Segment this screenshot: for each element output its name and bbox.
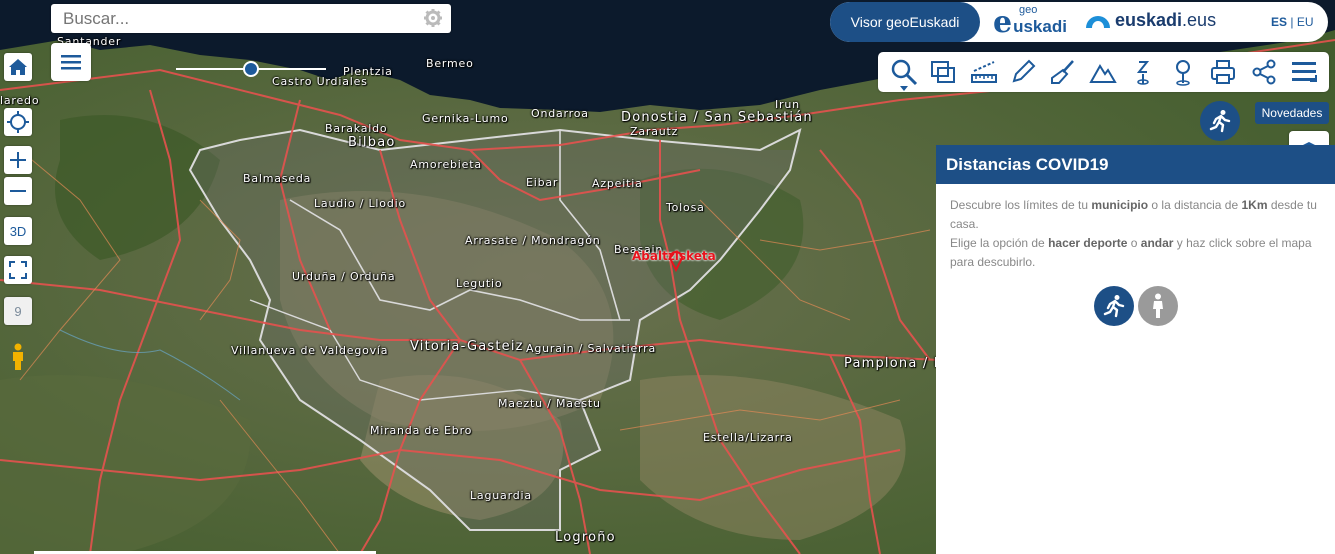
label-laudio: Laudio / Llodio bbox=[314, 197, 406, 210]
three-d-button[interactable]: 3D bbox=[4, 217, 32, 245]
panel-paragraph-2: Elige la opción de hacer deporte o andar… bbox=[950, 234, 1321, 272]
novedades-button[interactable]: Novedades bbox=[1255, 102, 1329, 124]
label-urduna: Urduña / Orduña bbox=[292, 270, 396, 283]
label-irun: Irun bbox=[775, 98, 800, 111]
panel-title: Distancias COVID19 bbox=[936, 145, 1335, 184]
pencil-icon[interactable] bbox=[1009, 58, 1037, 86]
hamburger-icon bbox=[61, 55, 81, 70]
crosshair-icon bbox=[7, 111, 29, 133]
label-bermeo: Bermeo bbox=[426, 57, 474, 70]
logo-geo-letter: e bbox=[993, 5, 1013, 40]
label-laguardia: Laguardia bbox=[470, 489, 532, 502]
label-castro-urdiales: Castro Urdiales bbox=[272, 75, 368, 88]
label-gernika: Gernika-Lumo bbox=[422, 112, 509, 125]
label-zarautz: Zarautz bbox=[630, 125, 679, 138]
fullscreen-button[interactable] bbox=[4, 256, 32, 284]
label-vitoria-gasteiz: Vitoria-Gasteiz bbox=[410, 339, 524, 354]
text: o bbox=[1127, 236, 1141, 250]
gear-icon[interactable] bbox=[423, 8, 443, 28]
sport-mode-button[interactable] bbox=[1093, 286, 1134, 326]
location-pin-icon bbox=[668, 251, 684, 272]
euskadi-arc-icon bbox=[1086, 15, 1110, 28]
logo-eus-domain: .eus bbox=[1182, 10, 1217, 30]
zoom-in-button[interactable] bbox=[4, 146, 32, 174]
zoom-level-indicator: 9 bbox=[4, 297, 32, 325]
text-bold: 1Km bbox=[1241, 198, 1268, 212]
covid-distances-panel: Distancias COVID19 Descubre los límites … bbox=[936, 145, 1335, 554]
compare-layers-icon[interactable] bbox=[929, 58, 957, 86]
label-ondarroa: Ondarroa bbox=[531, 107, 589, 120]
text-bold: hacer deporte bbox=[1048, 236, 1128, 250]
walker-icon bbox=[1152, 293, 1163, 318]
lang-separator: | bbox=[1290, 15, 1294, 29]
measure-icon[interactable] bbox=[970, 58, 998, 86]
label-agurain: Agurain / Salvatierra bbox=[526, 342, 657, 355]
street-view-pegman-icon[interactable] bbox=[10, 343, 26, 371]
locate-button[interactable] bbox=[4, 108, 32, 136]
label-bilbao: Bilbao bbox=[348, 135, 396, 150]
minus-icon bbox=[10, 190, 26, 192]
label-miranda: Miranda de Ebro bbox=[370, 424, 473, 437]
visor-label: Visor geoEuskadi bbox=[850, 14, 960, 30]
location-marker-icon[interactable] bbox=[1169, 58, 1197, 86]
lang-eu[interactable]: EU bbox=[1297, 15, 1314, 29]
broom-icon[interactable] bbox=[1049, 58, 1077, 86]
label-estella: Estella/Lizarra bbox=[703, 431, 793, 444]
logo-eus-name: euskadi bbox=[1115, 10, 1183, 30]
print-icon[interactable] bbox=[1209, 58, 1237, 86]
text-bold: andar bbox=[1140, 236, 1174, 250]
label-arrasate: Arrasate / Mondragón bbox=[465, 234, 601, 247]
activity-buttons bbox=[950, 286, 1321, 326]
fullscreen-icon bbox=[9, 261, 27, 279]
label-eibar: Eibar bbox=[526, 176, 559, 189]
visor-geoeuskadi-button[interactable]: Visor geoEuskadi bbox=[830, 2, 980, 42]
main-menu-button[interactable] bbox=[51, 43, 91, 81]
elevation-profile-icon[interactable] bbox=[1089, 58, 1117, 86]
three-d-label: 3D bbox=[9, 223, 27, 239]
label-amorebieta: Amorebieta bbox=[410, 158, 482, 171]
label-legutio: Legutio bbox=[456, 277, 503, 290]
home-button[interactable] bbox=[4, 53, 32, 81]
geoeuskadi-logo[interactable]: e geo uskadi bbox=[993, 4, 1067, 40]
plus-icon bbox=[10, 152, 26, 168]
logo-geo-text: uskadi bbox=[1013, 17, 1067, 36]
walk-mode-button[interactable] bbox=[1137, 286, 1178, 326]
logo-geo-small: geo bbox=[1019, 4, 1038, 16]
home-icon bbox=[9, 59, 27, 75]
zoom-out-button[interactable] bbox=[4, 177, 32, 205]
search-zoom-icon[interactable] bbox=[890, 58, 918, 86]
search-input[interactable] bbox=[61, 4, 405, 33]
chevron-down-icon bbox=[900, 86, 908, 91]
coordinates-icon[interactable] bbox=[1129, 58, 1157, 86]
lang-es[interactable]: ES bbox=[1271, 15, 1287, 29]
text: Elige la opción de bbox=[950, 236, 1049, 250]
novedades-label: Novedades bbox=[1261, 106, 1323, 120]
label-azpeitia: Azpeitia bbox=[592, 177, 643, 190]
label-donostia: Donostia / San Sebastián bbox=[621, 110, 813, 125]
map-toolbar bbox=[878, 52, 1329, 92]
more-tools-icon[interactable] bbox=[1290, 58, 1318, 86]
slider-knob[interactable] bbox=[243, 61, 259, 77]
share-icon[interactable] bbox=[1250, 58, 1278, 86]
language-switcher: ES | EU bbox=[1271, 15, 1314, 29]
runner-icon bbox=[1209, 110, 1231, 133]
panel-paragraph-1: Descubre los límites de tu municipio o l… bbox=[950, 196, 1321, 234]
label-laredo: laredo bbox=[0, 94, 40, 107]
label-barakaldo: Barakaldo bbox=[325, 122, 388, 135]
label-maeztu: Maeztu / Maestu bbox=[498, 397, 601, 410]
zoom-level: 9 bbox=[14, 303, 22, 319]
covid-distance-button[interactable] bbox=[1200, 101, 1240, 141]
runner-icon bbox=[1103, 295, 1124, 318]
label-tolosa: Tolosa bbox=[666, 201, 705, 214]
label-logrono: Logroño bbox=[555, 530, 616, 545]
opacity-slider[interactable] bbox=[176, 61, 326, 77]
label-villanueva: Villanueva de Valdegovía bbox=[231, 344, 389, 357]
panel-description: Descubre los límites de tu municipio o l… bbox=[936, 184, 1335, 326]
search-box bbox=[51, 4, 451, 33]
text: o la distancia de bbox=[1148, 198, 1242, 212]
text-bold: municipio bbox=[1091, 198, 1149, 212]
euskadi-eus-logo[interactable]: euskadi .eus bbox=[1085, 10, 1216, 31]
text: Descubre los límites de tu bbox=[950, 198, 1092, 212]
label-balmaseda: Balmaseda bbox=[243, 172, 312, 185]
